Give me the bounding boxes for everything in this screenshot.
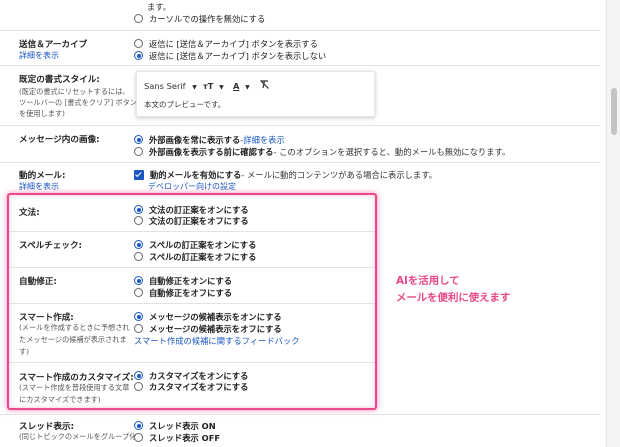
smart-compose-feedback-link[interactable]: スマート作成の候補に関するフィードバック xyxy=(134,335,300,347)
style-editor-panel: Sans Serif ▼ ᴛT ▼ A ▼ 本文のプレビューです。 xyxy=(136,71,375,117)
images-label: メッセージ内の画像: xyxy=(19,135,100,145)
smart-personal-desc-2: にカスタマイズできます) xyxy=(19,395,101,404)
radio-selected-icon[interactable] xyxy=(134,51,143,60)
clear-format-icon xyxy=(260,80,269,89)
divider xyxy=(8,303,376,304)
smart-compose-off-option[interactable]: メッセージの候補表示をオフにする xyxy=(134,323,282,334)
radio-icon[interactable] xyxy=(134,324,143,333)
radio-icon[interactable] xyxy=(134,147,143,156)
dynamic-email-enable-option[interactable]: 動的メールを有効にする - メールに動的コンテンツがある場合に表示します。 xyxy=(134,169,437,180)
font-family-select[interactable]: Sans Serif ▼ xyxy=(144,81,197,91)
radio-selected-icon[interactable] xyxy=(134,135,143,144)
default-style-desc-2: ツールバーの [書式をクリア] ボタン xyxy=(19,98,137,107)
thread-view-desc: (同じトピックのメールをグループ化 xyxy=(19,432,137,441)
thread-on-option[interactable]: スレッド表示 ON xyxy=(134,420,216,431)
style-preview-text: 本文のプレビューです。 xyxy=(144,100,226,109)
radio-icon[interactable] xyxy=(134,39,143,48)
dynamic-email-label: 動的メール: xyxy=(19,171,66,181)
send-archive-option-hide[interactable]: 返信に [送信＆アーカイブ] ボタンを表示しない xyxy=(134,50,326,61)
smart-personal-on-option[interactable]: カスタマイズをオンにする xyxy=(134,370,248,381)
send-archive-label: 送信＆アーカイブ xyxy=(19,40,88,50)
radio-selected-icon[interactable] xyxy=(134,421,143,430)
scrollbar-track[interactable] xyxy=(606,0,620,447)
disable-cursor-option[interactable]: カーソルでの操作を無効にする xyxy=(134,13,265,24)
send-archive-option-show[interactable]: 返信に [送信＆アーカイブ] ボタンを表示する xyxy=(134,38,318,49)
grammar-off-option[interactable]: 文法の訂正案をオフにする xyxy=(134,215,249,226)
smart-compose-desc-1: (メールを作成するときに予想され xyxy=(19,323,130,332)
smart-compose-desc-2: たメッセージの候補が表示されま xyxy=(19,335,127,344)
callout-line-1: AIを活用して xyxy=(396,275,460,287)
radio-selected-icon[interactable] xyxy=(134,371,143,380)
spellcheck-label: スペルチェック: xyxy=(19,241,82,251)
divider xyxy=(8,231,376,232)
grammar-label: 文法: xyxy=(19,208,40,218)
clear-format-button[interactable] xyxy=(259,79,270,92)
spell-off-option[interactable]: スペルの訂正案をオフにする xyxy=(134,251,256,262)
dynamic-email-details-link[interactable]: 詳細を表示 xyxy=(19,181,59,192)
radio-selected-icon[interactable] xyxy=(134,205,143,214)
text-color-icon: A xyxy=(233,81,240,91)
smart-compose-on-option[interactable]: メッセージの候補表示をオンにする xyxy=(134,311,282,322)
divider xyxy=(0,65,600,66)
grammar-on-option[interactable]: 文法の訂正案をオンにする xyxy=(134,204,249,215)
divider xyxy=(8,267,376,268)
autocorrect-on-option[interactable]: 自動修正をオンにする xyxy=(134,275,232,286)
radio-icon[interactable] xyxy=(134,14,143,23)
radio-selected-icon[interactable] xyxy=(134,312,143,321)
checkbox-checked-icon[interactable] xyxy=(134,169,144,180)
developer-settings-link[interactable]: デベロッパー向けの設定 xyxy=(148,181,236,192)
font-size-button[interactable]: ᴛT ▼ xyxy=(203,81,224,91)
divider xyxy=(0,414,600,415)
divider xyxy=(0,162,600,163)
dropdown-caret-icon: ▼ xyxy=(245,84,250,91)
spell-on-option[interactable]: スペルの訂正案をオンにする xyxy=(134,239,256,250)
radio-icon[interactable] xyxy=(134,252,143,261)
radio-icon[interactable] xyxy=(134,382,143,391)
divider xyxy=(8,362,376,363)
radio-icon[interactable] xyxy=(134,288,143,297)
default-style-label: 既定の書式スタイル: xyxy=(19,75,100,85)
radio-icon[interactable] xyxy=(134,216,143,225)
images-ask-option[interactable]: 外部画像を表示する前に確認する - このオプションを選択すると、動的メールも無効… xyxy=(134,146,510,157)
scrollbar-thumb[interactable] xyxy=(611,88,617,135)
images-details-link[interactable]: 詳細を表示 xyxy=(243,134,285,146)
text-size-icon: ᴛT xyxy=(203,81,214,91)
radio-selected-icon[interactable] xyxy=(134,240,143,249)
smart-compose-desc-3: す) xyxy=(19,347,29,356)
images-always-show-option[interactable]: 外部画像を常に表示する - 詳細を表示 xyxy=(134,134,285,145)
divider xyxy=(0,125,600,126)
autocorrect-off-option[interactable]: 自動修正をオフにする xyxy=(134,287,232,298)
text-color-button[interactable]: A ▼ xyxy=(233,81,250,91)
thread-off-option[interactable]: スレッド表示 OFF xyxy=(134,432,220,443)
dropdown-caret-icon: ▼ xyxy=(192,84,197,91)
dropdown-caret-icon: ▼ xyxy=(219,84,224,91)
autocorrect-label: 自動修正: xyxy=(19,277,57,287)
radio-icon[interactable] xyxy=(134,433,143,442)
top-continued-text: ます。 xyxy=(147,2,172,12)
callout-line-2: メールを便利に使えます xyxy=(396,292,511,304)
smart-personal-off-option[interactable]: カスタマイズをオフにする xyxy=(134,381,248,392)
radio-selected-icon[interactable] xyxy=(134,276,143,285)
divider xyxy=(0,30,600,31)
smart-personal-desc-1: (スマート作成を普段使用する文章 xyxy=(19,383,130,392)
send-archive-details-link[interactable]: 詳細を表示 xyxy=(19,50,59,61)
default-style-desc-3: を使用します) xyxy=(19,109,65,118)
default-style-desc-1: (既定の書式にリセットするには、 xyxy=(19,87,130,96)
